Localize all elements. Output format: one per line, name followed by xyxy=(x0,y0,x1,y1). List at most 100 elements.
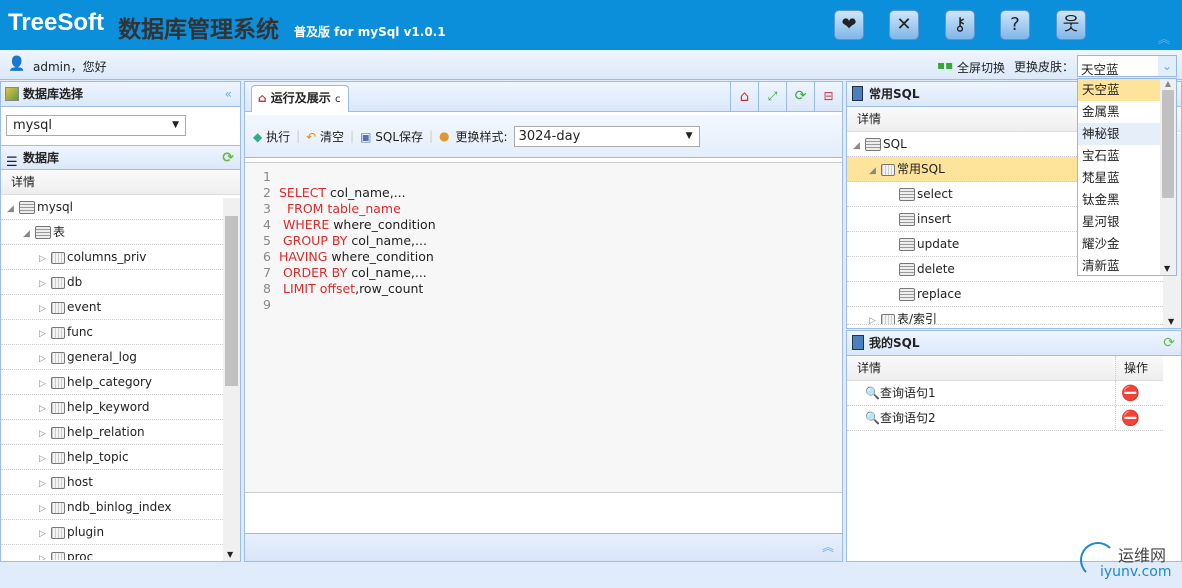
expand-icon[interactable]: ⤢ xyxy=(758,82,786,111)
chevron-down-icon[interactable]: ⌄ xyxy=(1158,56,1176,76)
tree-node-table[interactable]: ▷ plugin xyxy=(1,520,223,545)
expand-arrow-icon[interactable]: ▷ xyxy=(39,497,51,522)
expand-arrow-icon[interactable]: ▷ xyxy=(39,397,51,422)
my-sql-item[interactable]: 🔍查询语句2 ⛔ xyxy=(847,406,1163,431)
expand-arrow-icon[interactable]: ▷ xyxy=(39,447,51,472)
heart-icon[interactable]: ❤ xyxy=(834,10,864,40)
collapse-left-icon[interactable]: « xyxy=(225,82,232,107)
collapse-up-icon[interactable]: ︽ xyxy=(1158,30,1170,47)
skin-label: 更换皮肤： xyxy=(1014,60,1075,74)
delete-icon[interactable]: ⛔ xyxy=(1115,406,1140,430)
tab-run[interactable]: ⌂ 运行及展示 c xyxy=(251,85,350,112)
refresh-icon[interactable]: ⟳ xyxy=(1163,331,1175,356)
db-select-value: mysql xyxy=(13,118,52,133)
key-icon[interactable]: ⚷ xyxy=(945,10,975,40)
refresh-icon[interactable]: ⟳ xyxy=(222,146,234,171)
tree-node-table[interactable]: ▷ help_topic xyxy=(1,445,223,470)
expand-arrow-icon[interactable]: ▷ xyxy=(39,272,51,297)
expand-arrow-icon[interactable]: ▷ xyxy=(39,522,51,547)
common-sql-title: 常用SQL xyxy=(869,87,920,101)
tree-node-tables-indexes[interactable]: ▷ 表/索引 xyxy=(847,307,1163,325)
expand-arrow-icon[interactable]: ▷ xyxy=(869,309,881,324)
clear-button[interactable]: ↶ 清空 xyxy=(306,128,344,145)
skin-option[interactable]: 清新蓝 xyxy=(1078,255,1160,277)
scroll-thumb[interactable] xyxy=(225,216,238,386)
close-tabs-icon[interactable]: ⊟ xyxy=(814,82,842,111)
skin-option[interactable]: 天空蓝 xyxy=(1078,79,1160,101)
scroll-down-icon[interactable]: ▼ xyxy=(227,550,233,559)
run-button[interactable]: ◆ 执行 xyxy=(253,128,290,145)
skin-select[interactable]: 天空蓝 ⌄ xyxy=(1077,55,1177,77)
scroll-down-icon[interactable]: ▼ xyxy=(1164,264,1170,273)
expand-arrow-icon[interactable]: ▷ xyxy=(39,297,51,322)
skin-option[interactable]: 梵星蓝 xyxy=(1078,167,1160,189)
item-label[interactable]: 查询语句1 xyxy=(880,386,936,400)
my-sql-item[interactable]: 🔍查询语句1 ⛔ xyxy=(847,381,1163,406)
tools-icon[interactable]: ✕ xyxy=(889,10,919,40)
sql-keyword: offset xyxy=(319,281,356,296)
expand-up-icon[interactable]: ︽ xyxy=(822,540,834,554)
dropdown-arrow-icon: ▼ xyxy=(685,130,693,141)
tree-node-table[interactable]: ▷ db xyxy=(1,270,223,295)
sql-editor[interactable]: 1 2 SELECT col_name,... 3 FROM table_name 4 … xyxy=(245,162,842,493)
line-number: 5 xyxy=(263,233,271,248)
skin-option[interactable]: 耀沙金 xyxy=(1078,233,1160,255)
table-name: help_keyword xyxy=(67,400,150,414)
sql-template-item[interactable]: replace xyxy=(847,282,1163,307)
my-sql-header: 我的SQL ⟳ xyxy=(847,331,1181,356)
tree-node-table[interactable]: ▷ help_category xyxy=(1,370,223,395)
book-key-icon xyxy=(852,335,864,350)
skin-option[interactable]: 金属黑 xyxy=(1078,101,1160,123)
tree-node-tables[interactable]: ◢ 表 xyxy=(1,220,223,245)
expand-arrow-icon[interactable]: ▷ xyxy=(39,372,51,397)
table-icon xyxy=(51,401,65,414)
line-number: 8 xyxy=(263,281,271,296)
skin-option[interactable]: 宝石蓝 xyxy=(1078,145,1160,167)
table-icon xyxy=(51,551,65,560)
skin-option[interactable]: 星河银 xyxy=(1078,211,1160,233)
fullscreen-button[interactable]: 全屏切换 xyxy=(957,59,1005,76)
scroll-thumb[interactable] xyxy=(1162,90,1174,198)
tree-scrollbar[interactable]: ▼ xyxy=(223,198,240,561)
line-number: 9 xyxy=(263,297,271,312)
skin-option[interactable]: 钛金黑 xyxy=(1078,189,1160,211)
tree-node-table[interactable]: ▷ event xyxy=(1,295,223,320)
expand-arrow-icon[interactable]: ▷ xyxy=(39,247,51,272)
tree-node-table[interactable]: ▷ general_log xyxy=(1,345,223,370)
tree-node-table[interactable]: ▷ proc xyxy=(1,545,223,560)
tree-node-table[interactable]: ▷ ndb_binlog_index xyxy=(1,495,223,520)
tree-node-table[interactable]: ▷ help_relation xyxy=(1,420,223,445)
user-bar: 👤 admin，您好 ▪▪ 全屏切换 更换皮肤： 天空蓝 ⌄ xyxy=(0,50,1182,80)
result-collapse-bar[interactable]: ︽ xyxy=(245,533,842,561)
fullscreen-icon[interactable]: ▪▪ xyxy=(937,58,953,72)
refresh-icon[interactable]: ⟳ xyxy=(786,82,814,111)
column-action: 操作 xyxy=(1115,356,1148,380)
save-sql-button[interactable]: ▣ SQL保存 xyxy=(360,128,423,145)
skin-option[interactable]: 神秘银 xyxy=(1078,123,1160,145)
help-icon[interactable]: ? xyxy=(1000,10,1030,40)
line-number: 3 xyxy=(263,201,271,216)
delete-icon[interactable]: ⛔ xyxy=(1115,381,1140,405)
scroll-down-icon[interactable]: ▼ xyxy=(1168,317,1174,326)
tree-node-table[interactable]: ▷ host xyxy=(1,470,223,495)
expand-arrow-icon[interactable]: ▷ xyxy=(39,422,51,447)
expand-arrow-icon[interactable]: ▷ xyxy=(39,547,51,560)
sql-doc-icon xyxy=(899,288,915,301)
expand-arrow-icon[interactable]: ▷ xyxy=(39,322,51,347)
tree-node-table[interactable]: ▷ func xyxy=(1,320,223,345)
home-icon[interactable]: ⌂ xyxy=(730,82,758,111)
scroll-up-icon[interactable]: ▲ xyxy=(1160,79,1176,88)
expand-arrow-icon[interactable]: ▷ xyxy=(39,347,51,372)
item-label: delete xyxy=(917,262,955,276)
expand-arrow-icon[interactable]: ▷ xyxy=(39,472,51,497)
tree-node-table[interactable]: ▷ columns_priv xyxy=(1,245,223,270)
db-select[interactable]: mysql ▼ xyxy=(6,115,186,136)
reload-icon[interactable]: c xyxy=(335,94,341,105)
style-select[interactable]: 3024-day ▼ xyxy=(513,125,700,147)
tab-tools: ⌂ ⤢ ⟳ ⊟ xyxy=(730,82,842,111)
tree-node-mysql[interactable]: ◢ mysql xyxy=(1,195,223,220)
user-run-icon[interactable]: 웃 xyxy=(1056,10,1086,40)
tree-node-table[interactable]: ▷ help_keyword xyxy=(1,395,223,420)
item-label[interactable]: 查询语句2 xyxy=(880,411,936,425)
skin-list-scrollbar[interactable]: ▲ ▼ xyxy=(1160,79,1176,275)
